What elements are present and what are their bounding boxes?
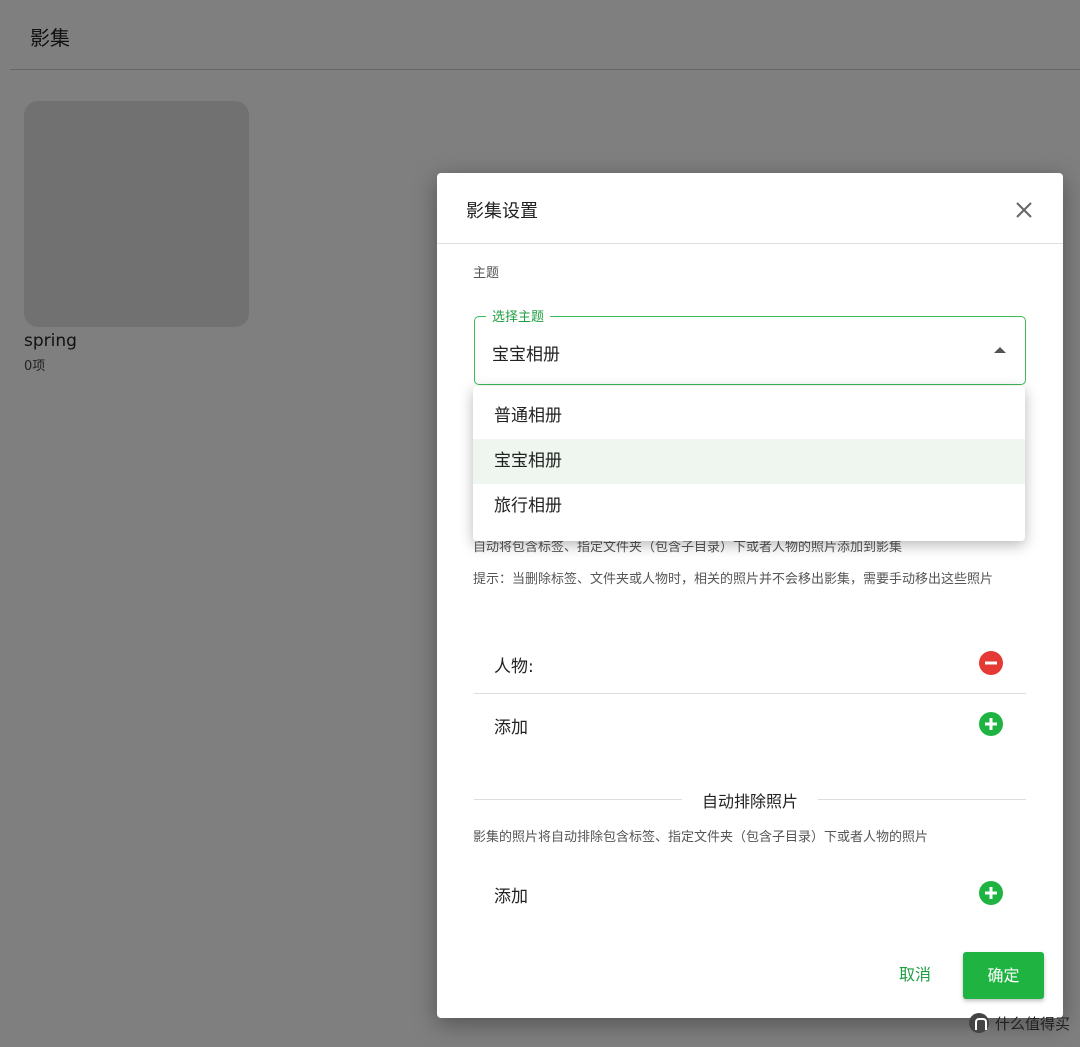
exclude-description: 影集的照片将自动排除包含标签、指定文件夹（包含子目录）下或者人物的照片	[473, 830, 929, 845]
album-settings-dialog: 影集设置 主题 选择主题 宝宝相册 自动将包含标签、指定文件夹（包含子目录）下或…	[437, 173, 1063, 1018]
theme-dropdown-menu: 普通相册 宝宝相册 旅行相册	[473, 386, 1025, 541]
section-line-right	[818, 799, 1026, 800]
dialog-title: 影集设置	[466, 201, 538, 222]
dropdown-option-selected[interactable]: 宝宝相册	[473, 439, 1025, 484]
person-label: 人物:	[494, 657, 534, 677]
watermark-logo-icon	[968, 1013, 989, 1033]
theme-select[interactable]: 选择主题 宝宝相册	[474, 306, 1026, 385]
remove-person-button[interactable]	[978, 650, 1004, 676]
close-icon	[1016, 202, 1032, 218]
add-include-row: 添加	[474, 694, 1026, 754]
caret-up-icon	[994, 347, 1006, 353]
exclude-section-title: 自动排除照片	[701, 792, 798, 811]
theme-select-legend: 选择主题	[486, 306, 551, 325]
dropdown-option[interactable]: 旅行相册	[473, 484, 1025, 529]
plus-circle-icon	[979, 712, 1003, 736]
auto-add-hint: 提示：当删除标签、文件夹或人物时，相关的照片并不会移出影集，需要手动移出这些照片	[473, 572, 994, 587]
person-row: 人物:	[474, 633, 1026, 693]
confirm-button[interactable]: 确定	[963, 952, 1044, 999]
watermark: 什么值得买	[968, 1011, 1070, 1035]
theme-label: 主题	[473, 266, 500, 281]
exclude-section-header: 自动排除照片	[474, 786, 1026, 812]
add-include-label: 添加	[494, 718, 528, 738]
close-button[interactable]	[1013, 199, 1035, 221]
watermark-text: 什么值得买	[994, 1014, 1070, 1033]
add-exclude-label: 添加	[494, 887, 528, 907]
cancel-button[interactable]: 取消	[880, 955, 950, 995]
add-exclude-row: 添加	[474, 863, 1026, 923]
plus-circle-icon	[979, 881, 1003, 905]
add-exclude-button[interactable]	[978, 880, 1004, 906]
add-include-button[interactable]	[978, 711, 1004, 737]
dialog-header: 影集设置	[437, 173, 1063, 244]
theme-select-value: 宝宝相册	[492, 345, 560, 365]
minus-circle-icon	[979, 651, 1003, 675]
dropdown-option[interactable]: 普通相册	[473, 394, 1025, 439]
